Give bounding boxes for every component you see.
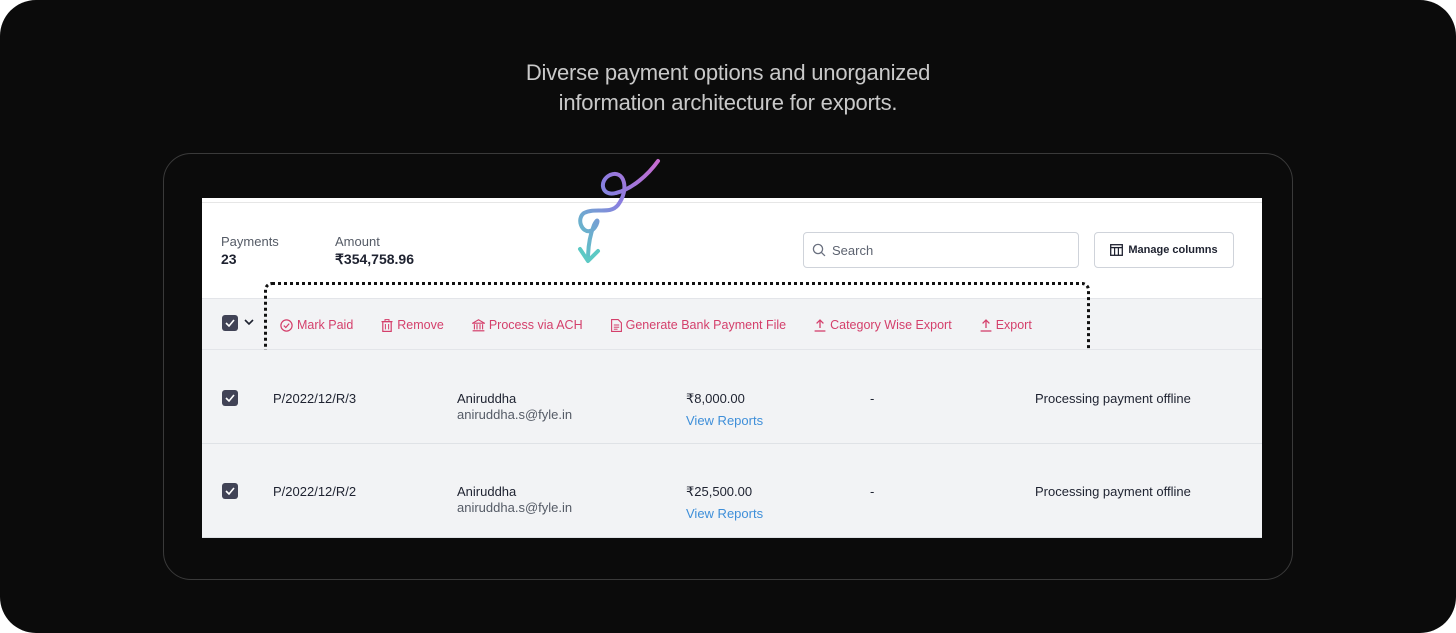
employee-email: aniruddha.s@fyle.in: [457, 500, 573, 515]
swirl-arrow-icon: [578, 159, 660, 263]
view-reports-link[interactable]: View Reports: [686, 413, 763, 428]
row-checkbox[interactable]: [222, 390, 238, 406]
presentation-canvas: Diverse payment options and unorganized …: [0, 0, 1456, 633]
empty-value: -: [870, 391, 875, 406]
payment-amount: ₹25,500.00: [686, 484, 753, 499]
payment-amount: ₹8,000.00: [686, 391, 745, 406]
select-all-checkbox[interactable]: [222, 315, 238, 331]
employee-name: Aniruddha: [457, 484, 517, 499]
headline-line-1: Diverse payment options and unorganized: [525, 60, 931, 85]
manage-columns-button[interactable]: Manage columns: [1094, 232, 1234, 268]
payment-status: Processing payment offline: [1035, 484, 1191, 499]
payment-id: P/2022/12/R/3: [273, 391, 357, 406]
employee-name: Aniruddha: [457, 391, 517, 406]
search-input[interactable]: [832, 242, 1062, 258]
view-reports-link[interactable]: View Reports: [686, 506, 763, 521]
headline: Diverse payment options and unorganized …: [0, 58, 1456, 118]
highlight-outline: [264, 282, 1090, 358]
chevron-down-icon[interactable]: [244, 319, 254, 326]
table-row[interactable]: P/2022/12/R/3 Aniruddha aniruddha.s@fyle…: [202, 350, 1262, 444]
headline-line-2: information architecture for exports.: [558, 90, 898, 115]
payment-id: P/2022/12/R/2: [273, 484, 357, 499]
payments-count-value: 23: [221, 251, 237, 267]
checkmark-icon: [225, 394, 235, 402]
employee-email: aniruddha.s@fyle.in: [457, 407, 573, 422]
top-divider: [202, 202, 1262, 203]
checkmark-icon: [225, 319, 235, 327]
row-checkbox[interactable]: [222, 483, 238, 499]
payments-count-label: Payments: [221, 234, 279, 249]
manage-columns-label: Manage columns: [1128, 244, 1218, 256]
search-box[interactable]: [803, 232, 1079, 268]
payment-status: Processing payment offline: [1035, 391, 1191, 406]
empty-value: -: [870, 484, 875, 499]
columns-icon: [1110, 244, 1124, 256]
table-row[interactable]: P/2022/12/R/2 Aniruddha aniruddha.s@fyle…: [202, 444, 1262, 538]
amount-label: Amount: [335, 234, 380, 249]
checkmark-icon: [225, 487, 235, 495]
payments-screen: Payments 23 Amount ₹354,758.96 Manage co…: [202, 198, 1262, 538]
search-icon: [812, 243, 826, 257]
amount-value: ₹354,758.96: [335, 251, 414, 267]
